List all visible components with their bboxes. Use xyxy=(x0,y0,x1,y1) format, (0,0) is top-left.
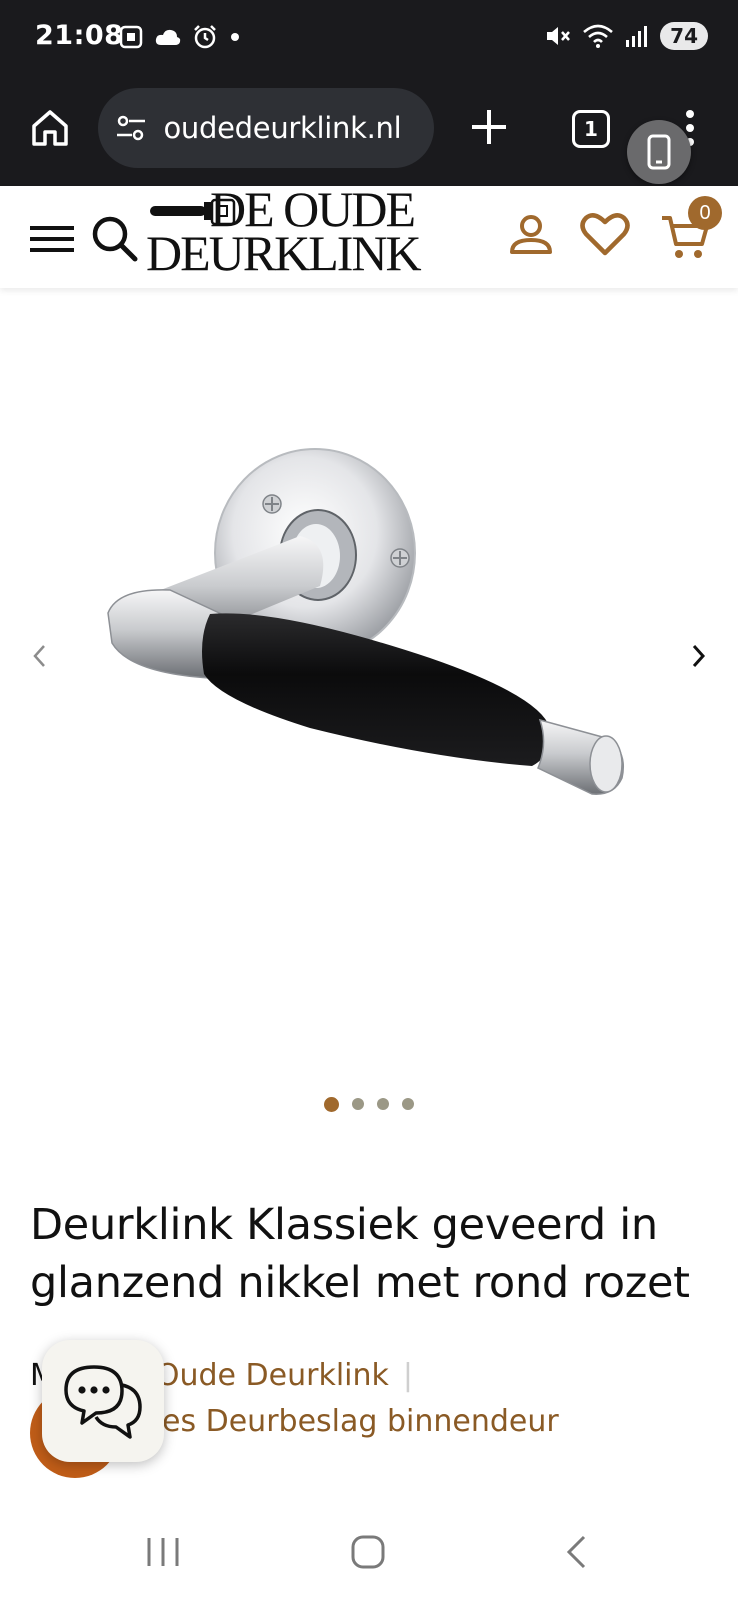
brand-link[interactable]: Oude Deurklink xyxy=(156,1358,389,1393)
gallery-pagination xyxy=(0,1097,738,1112)
phone-icon[interactable] xyxy=(627,120,691,184)
product-gallery xyxy=(0,288,738,1112)
gallery-dot-2[interactable] xyxy=(352,1098,364,1110)
screenshot-icon xyxy=(119,25,143,49)
home-icon[interactable] xyxy=(28,106,72,150)
wishlist-heart-icon[interactable] xyxy=(580,210,630,258)
product-title: Deurklink Klassiek geveerd in glanzend n… xyxy=(30,1200,690,1308)
new-tab-icon[interactable] xyxy=(466,104,512,150)
status-icons-left xyxy=(118,24,242,50)
chat-button[interactable] xyxy=(42,1340,164,1462)
category-label: es Deurbeslag binnendeur xyxy=(162,1404,559,1439)
gallery-dot-1[interactable] xyxy=(324,1097,339,1112)
site-header: DE OUDE DEURKLINK 0 xyxy=(0,181,738,288)
gallery-dot-3[interactable] xyxy=(377,1098,389,1110)
site-logo[interactable]: DE OUDE DEURKLINK xyxy=(146,181,464,282)
category-link[interactable]: es Deurbeslag binnendeur xyxy=(162,1404,559,1439)
signal-icon xyxy=(626,26,648,47)
chevron-left-icon[interactable] xyxy=(30,642,48,670)
meta-separator: | xyxy=(402,1358,413,1393)
logo-line2: DEURKLINK xyxy=(146,225,422,281)
product-image[interactable] xyxy=(100,438,660,838)
chevron-right-icon[interactable] xyxy=(690,642,708,670)
account-icon[interactable] xyxy=(508,212,554,258)
status-time: 21:08 xyxy=(35,20,124,51)
battery-indicator: 74 xyxy=(660,22,708,50)
search-icon[interactable] xyxy=(90,214,138,262)
cloud-icon xyxy=(155,29,181,45)
recents-icon[interactable] xyxy=(145,1536,181,1568)
menu-icon[interactable] xyxy=(30,224,74,254)
home-button-icon[interactable] xyxy=(350,1534,386,1570)
address-bar[interactable]: oudedeurklink.nl xyxy=(98,88,434,168)
mute-icon xyxy=(547,27,571,45)
wifi-icon xyxy=(583,24,614,48)
back-icon[interactable] xyxy=(564,1534,588,1570)
status-icons-right: 74 xyxy=(544,22,708,50)
status-bar: 21:08 74 xyxy=(0,0,738,78)
gallery-dot-4[interactable] xyxy=(402,1098,414,1110)
dot-icon xyxy=(231,33,239,41)
tab-switcher-button[interactable]: 1 xyxy=(572,110,610,148)
alarm-icon xyxy=(194,25,216,49)
cart-count-badge: 0 xyxy=(688,196,722,230)
chat-bubbles-icon xyxy=(64,1365,142,1439)
system-nav-bar xyxy=(0,1510,738,1600)
site-settings-icon[interactable] xyxy=(114,111,148,145)
url-text[interactable]: oudedeurklink.nl xyxy=(158,111,401,145)
browser-toolbar: oudedeurklink.nl 1 xyxy=(0,78,738,186)
